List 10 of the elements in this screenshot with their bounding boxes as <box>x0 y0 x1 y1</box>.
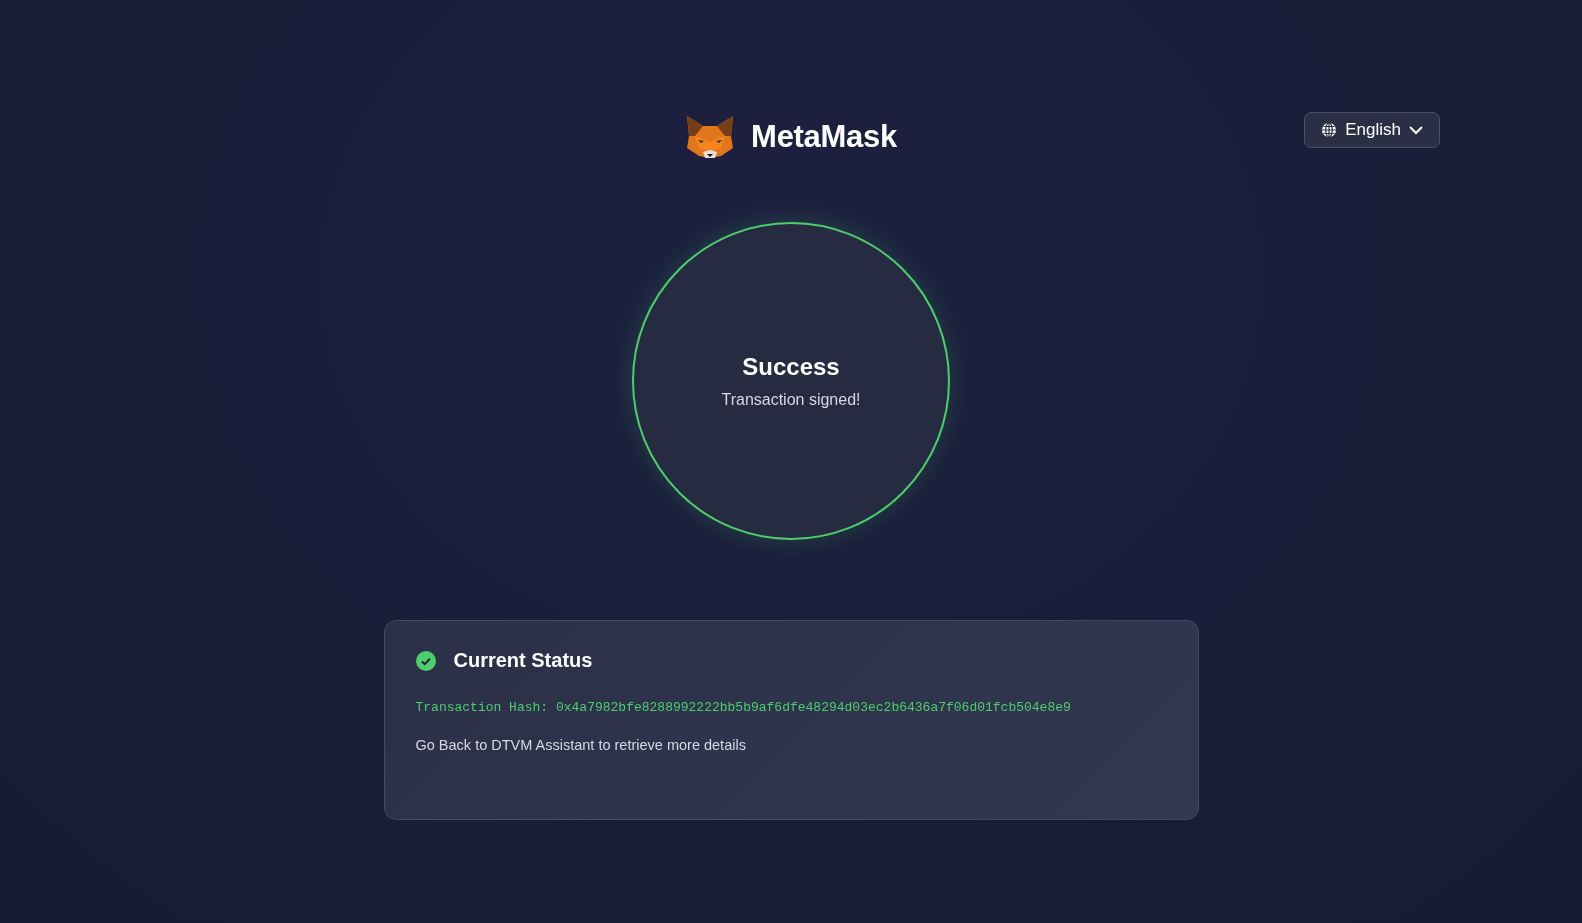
brand-name: MetaMask <box>751 119 897 155</box>
transaction-hash: Transaction Hash: 0x4a7982bfe8288992222bb5b9af6dfe48294d03ec2b6436a7f06d01fcb504e8e9 <box>415 700 1072 715</box>
result-title: Success <box>742 353 840 381</box>
fox-icon <box>685 114 736 160</box>
result-message: Transaction signed! <box>721 391 861 409</box>
chevron-down-icon <box>1409 125 1423 135</box>
globe-icon <box>1321 122 1338 138</box>
status-title: Current Status <box>453 649 593 672</box>
language-button[interactable]: English <box>1304 112 1440 148</box>
status-note: Go Back to DTVM Assistant to retrieve more details <box>415 737 747 753</box>
